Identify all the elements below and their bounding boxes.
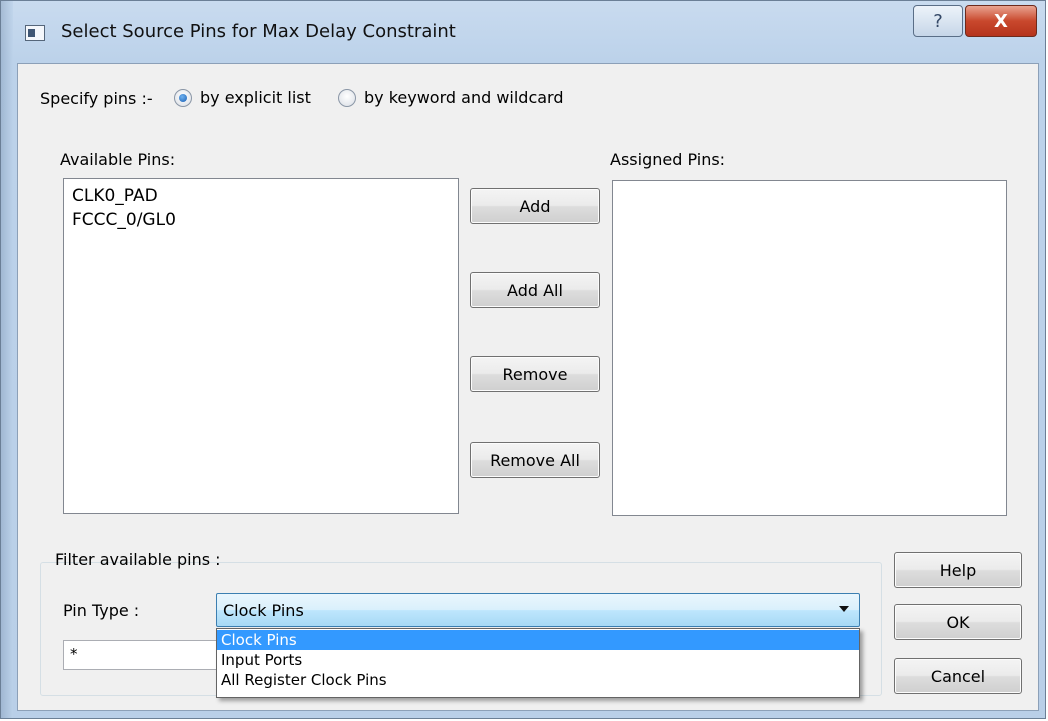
pin-pattern-input[interactable]: * bbox=[63, 640, 223, 670]
remove-button[interactable]: Remove bbox=[470, 356, 600, 392]
list-item[interactable]: FCCC_0/GL0 bbox=[64, 208, 458, 232]
specify-pins-label: Specify pins :- bbox=[40, 89, 153, 108]
close-icon: X bbox=[994, 10, 1008, 32]
question-mark-icon: ? bbox=[933, 10, 943, 32]
remove-all-button[interactable]: Remove All bbox=[470, 442, 600, 478]
add-all-button[interactable]: Add All bbox=[470, 272, 600, 308]
assigned-pins-list[interactable] bbox=[612, 180, 1007, 516]
dropdown-option-input-ports[interactable]: Input Ports bbox=[217, 650, 859, 670]
radio-keyword-wildcard-button[interactable] bbox=[338, 88, 356, 107]
cancel-button[interactable]: Cancel bbox=[894, 658, 1022, 694]
pin-type-select[interactable]: Clock Pins bbox=[216, 593, 860, 627]
dropdown-option-clock-pins[interactable]: Clock Pins bbox=[217, 630, 859, 650]
window-title: Select Source Pins for Max Delay Constra… bbox=[61, 21, 456, 42]
radio-explicit-list-button[interactable] bbox=[174, 88, 192, 107]
assigned-pins-label: Assigned Pins: bbox=[610, 150, 726, 169]
filter-group-label: Filter available pins : bbox=[55, 550, 221, 569]
ok-button[interactable]: OK bbox=[894, 604, 1022, 640]
radio-explicit-list-label: by explicit list bbox=[200, 88, 311, 107]
title-bar[interactable]: Select Source Pins for Max Delay Constra… bbox=[1, 1, 1045, 63]
radio-explicit-list[interactable]: by explicit list bbox=[174, 88, 311, 107]
chevron-down-icon[interactable] bbox=[839, 606, 849, 612]
help-button[interactable]: Help bbox=[894, 552, 1022, 588]
pin-type-label: Pin Type : bbox=[63, 601, 140, 620]
close-button[interactable]: X bbox=[965, 5, 1037, 37]
radio-keyword-wildcard-label: by keyword and wildcard bbox=[364, 88, 564, 107]
dialog-client-area: Specify pins :- by explicit list by keyw… bbox=[17, 63, 1039, 711]
available-pins-label: Available Pins: bbox=[60, 150, 176, 169]
add-button[interactable]: Add bbox=[470, 188, 600, 224]
list-item[interactable]: CLK0_PAD bbox=[64, 184, 458, 208]
dropdown-option-all-register-clock-pins[interactable]: All Register Clock Pins bbox=[217, 670, 859, 690]
pin-type-select-value: Clock Pins bbox=[223, 601, 304, 620]
window-icon bbox=[25, 25, 45, 41]
pin-type-dropdown[interactable]: Clock Pins Input Ports All Register Cloc… bbox=[216, 628, 860, 698]
context-help-button[interactable]: ? bbox=[913, 5, 963, 37]
dialog-window: Select Source Pins for Max Delay Constra… bbox=[0, 0, 1046, 719]
available-pins-list[interactable]: CLK0_PAD FCCC_0/GL0 bbox=[63, 178, 459, 514]
radio-keyword-wildcard[interactable]: by keyword and wildcard bbox=[338, 88, 564, 107]
